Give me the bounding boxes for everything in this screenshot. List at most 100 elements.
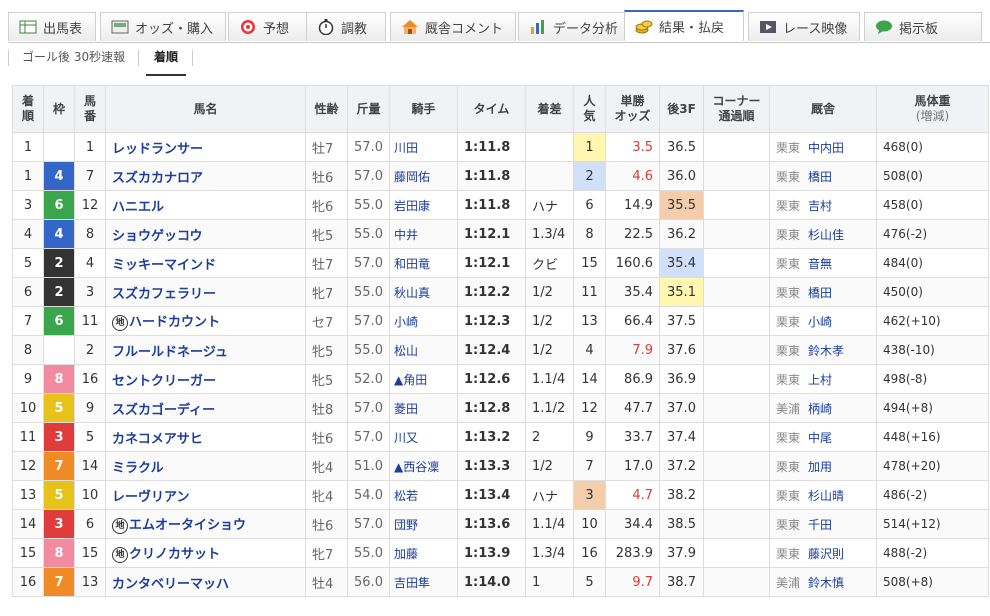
horse-name-cell[interactable]: スズカカナロア [105, 161, 306, 191]
margin: クビ [525, 248, 574, 278]
horse-name-cell[interactable]: レッドランサー [105, 132, 306, 162]
jockey-link[interactable]: 藤岡佑 [389, 161, 458, 191]
horse-name-link[interactable]: スズカカナロア [112, 171, 203, 186]
trainer-link[interactable]: 吉村 [808, 199, 832, 213]
jockey-link[interactable]: 吉田隼 [389, 567, 458, 597]
horse-name-cell[interactable]: スズカフェラリー [105, 277, 306, 307]
horse-name-link[interactable]: フルールドネージュ [112, 345, 228, 360]
trainer-link[interactable]: 上村 [808, 373, 832, 387]
win-odds: 33.7 [605, 422, 660, 452]
horse-name-link[interactable]: スズカゴーディー [112, 403, 215, 418]
tab-label: 調教 [341, 21, 368, 37]
finish-time: 1:12.3 [457, 306, 526, 336]
jockey-link[interactable]: 松若 [389, 480, 458, 510]
jockey-link[interactable]: 秋山真 [389, 277, 458, 307]
col-umaban: 馬番 [74, 85, 106, 133]
trainer-link[interactable]: 中内田 [808, 141, 844, 155]
jockey-link[interactable]: 加藤 [389, 538, 458, 568]
horse-name-link[interactable]: ショウゲッコウ [112, 229, 202, 244]
trainer-link[interactable]: 藤沢則 [808, 547, 844, 561]
horse-name-link[interactable]: ハニエル [112, 200, 164, 215]
trainer-link[interactable]: 杉山佳 [808, 228, 844, 242]
jockey-link[interactable]: 小崎 [389, 306, 458, 336]
last-3f: 37.4 [659, 422, 704, 452]
horse-name-link[interactable]: ハードカウント [129, 315, 220, 330]
col-ninki: 人気 [573, 85, 606, 133]
jockey-link[interactable]: 川又 [389, 422, 458, 452]
trainer-link[interactable]: 加用 [808, 460, 832, 474]
weight-carried: 55.0 [347, 219, 390, 249]
finish-rank: 7 [12, 306, 44, 336]
subtab-finish-order[interactable]: 着順 [146, 46, 186, 76]
horse-name-link[interactable]: エムオータイショウ [129, 518, 246, 533]
horse-name-cell[interactable]: ショウゲッコウ [105, 219, 306, 249]
trainer-link[interactable]: 橋田 [808, 286, 832, 300]
weight-carried: 55.0 [347, 190, 390, 220]
tab-coins[interactable]: 結果・払戻 [624, 10, 744, 41]
trainer-link[interactable]: 中尾 [808, 431, 832, 445]
jockey-link[interactable]: 松山 [389, 335, 458, 365]
stable-cell: 美浦 鈴木慎 [769, 567, 877, 597]
horse-name-link[interactable]: カンタベリーマッハ [112, 577, 229, 592]
horse-name-link[interactable]: セントクリーガー [112, 374, 216, 389]
tab-table[interactable]: 出馬表 [8, 12, 96, 41]
horse-name-cell[interactable]: ハニエル [105, 190, 306, 220]
finish-rank: 1 [12, 161, 44, 191]
popularity: 15 [573, 248, 606, 278]
tab-chat[interactable]: 掲示板 [864, 12, 982, 41]
jockey-link[interactable]: 菱田 [389, 393, 458, 423]
horse-name-link[interactable]: レーヴリアン [112, 490, 189, 505]
horse-name-cell[interactable]: レーヴリアン [105, 480, 306, 510]
stable-region: 栗東 [776, 140, 801, 155]
jockey-link[interactable]: 和田竜 [389, 248, 458, 278]
horse-name-cell[interactable]: 地ハードカウント [105, 306, 306, 336]
horse-name-link[interactable]: カネコメアサヒ [112, 432, 203, 447]
horse-number: 13 [74, 567, 106, 597]
win-odds: 7.9 [605, 335, 660, 365]
table-row: 5 2 4 ミッキーマインド 牡7 57.0 和田竜 1:12.1 クビ 15 160.6 35.4 栗… [12, 248, 989, 278]
stable-cell: 栗東 音無 [769, 248, 877, 278]
jockey-link[interactable]: 団野 [389, 509, 458, 539]
coins-icon [635, 19, 653, 35]
trainer-link[interactable]: 小崎 [808, 315, 832, 329]
jockey-link[interactable]: 中井 [389, 219, 458, 249]
horse-name-cell[interactable]: カネコメアサヒ [105, 422, 306, 452]
tab-stopwatch[interactable]: 調教 [306, 12, 386, 41]
win-odds: 34.4 [605, 509, 660, 539]
sex-age: 牡6 [305, 509, 348, 539]
trainer-link[interactable]: 千田 [808, 518, 832, 532]
subtab-quick-result[interactable]: ゴール後 30秒速報 [22, 46, 140, 74]
horse-name-cell[interactable]: カンタベリーマッハ [105, 567, 306, 597]
trainer-link[interactable]: 鈴木孝 [808, 344, 844, 358]
horse-name-link[interactable]: レッドランサー [112, 142, 203, 157]
tab-stable[interactable]: 厩舎コメント [390, 12, 516, 41]
jockey-link[interactable]: ▲角田 [389, 364, 458, 394]
horse-name-link[interactable]: クリノカサット [129, 547, 220, 562]
tab-target[interactable]: 予想 [228, 12, 308, 41]
col-chaku: 着順 [12, 85, 44, 133]
trainer-link[interactable]: 音無 [808, 257, 832, 271]
jockey-link[interactable]: 川田 [389, 132, 458, 162]
margin: ハナ [525, 480, 574, 510]
tab-video[interactable]: レース映像 [748, 12, 860, 41]
horse-name-cell[interactable]: ミッキーマインド [105, 248, 306, 278]
tab-odds[interactable]: オッズ・購入 [100, 12, 226, 41]
horse-name-cell[interactable]: セントクリーガー [105, 364, 306, 394]
tab-bar-chart[interactable]: データ分析 [518, 12, 632, 41]
trainer-link[interactable]: 杉山晴 [808, 489, 844, 503]
trainer-link[interactable]: 柄崎 [808, 402, 832, 416]
horse-name-cell[interactable]: スズカゴーディー [105, 393, 306, 423]
horse-name-link[interactable]: ミラクル [112, 461, 164, 476]
stable-region: 美浦 [776, 401, 801, 416]
horse-name-cell[interactable]: フルールドネージュ [105, 335, 306, 365]
trainer-link[interactable]: 橋田 [808, 170, 832, 184]
horse-name-cell[interactable]: 地クリノカサット [105, 538, 306, 568]
popularity: 4 [573, 335, 606, 365]
trainer-link[interactable]: 鈴木慎 [808, 576, 844, 590]
horse-name-link[interactable]: ミッキーマインド [112, 258, 216, 273]
jockey-link[interactable]: 岩田康 [389, 190, 458, 220]
jockey-link[interactable]: ▲西谷凜 [389, 451, 458, 481]
horse-name-cell[interactable]: 地エムオータイショウ [105, 509, 306, 539]
horse-name-link[interactable]: スズカフェラリー [112, 287, 216, 302]
horse-name-cell[interactable]: ミラクル [105, 451, 306, 481]
